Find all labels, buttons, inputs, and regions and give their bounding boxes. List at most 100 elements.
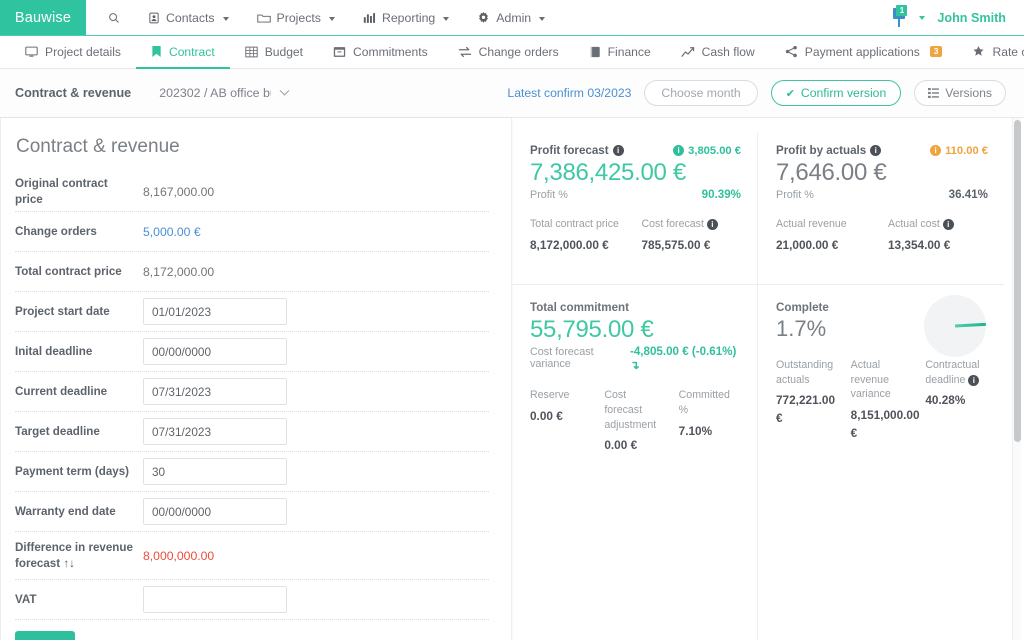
form-row-current-deadline: Current deadline [15,372,489,412]
metric: Committed % 7.10% [679,388,741,454]
confirm-version-label: Confirm version [800,86,887,100]
metric-value: 7.10% [678,423,713,438]
action-bar-right: Latest confirm 03/2023 Choose month ✔ Co… [507,80,1006,106]
metric-label-text: Actual cost [888,218,940,231]
metric-label-text: Cost forecast [641,218,704,231]
field-label: Total contract price [15,264,122,278]
nav-projects[interactable]: Projects [243,0,349,36]
field-label: Inital deadline [15,344,93,358]
form-row-change-orders: Change orders 5,000.00 € [15,212,489,252]
tab-contract[interactable]: Contract [135,36,230,69]
versions-label: Versions [945,86,992,100]
field-value: 8,167,000.00 [143,184,215,199]
nav-contacts[interactable]: Contacts [134,0,243,36]
info-icon[interactable]: i [942,219,954,231]
card-total-commitment: Total commitment 55,795.00 € Cost foreca… [512,284,758,640]
monitor-icon [25,46,38,58]
form-row-project-start-date: Project start date [15,292,489,332]
field-label: Payment term (days) [15,464,130,478]
metric-value: 0.00 € [530,408,563,423]
current-deadline-input[interactable] [143,378,287,405]
form-row-original-contract-price: Original contract price 8,167,000.00 [15,172,489,212]
user-menu[interactable]: John Smith [937,11,1006,25]
info-icon[interactable]: i [870,145,882,156]
brand-logo[interactable]: Bauwise [0,0,86,35]
metric-label: Actual revenue [776,218,847,231]
form-row-total-contract-price: Total contract price 8,172,000.00 [15,252,489,292]
metric: Actual revenue 21,000.00 € [776,217,876,254]
info-icon[interactable]: i [968,374,980,386]
inital-deadline-input[interactable] [143,338,287,365]
notifications-pin[interactable]: 1 [889,4,909,29]
tab-payment-applications[interactable]: Payment applications 3 [770,36,958,69]
section-title: Contract & revenue [15,86,132,100]
project-selector[interactable]: 202302 / AB office buildi [159,85,290,100]
vat-input[interactable] [143,586,287,613]
info-icon[interactable]: i [673,145,685,156]
chart-bar-icon [363,12,376,24]
main-content: Contract & revenue Original contract pri… [0,118,1024,640]
info-icon[interactable]: i [612,145,624,156]
tab-label: Cash flow [701,44,755,59]
confirm-version-button[interactable]: ✔ Confirm version [770,80,902,106]
metric: Contractual deadline i 40.28% [925,358,988,442]
tab-label: Commitments [353,44,428,59]
nav-admin[interactable]: Admin [463,0,559,36]
metric-value: 0.00 € [604,438,638,453]
latest-confirm-link[interactable]: Latest confirm 03/2023 [507,86,631,100]
card-subline: Profit % 90.39% [530,188,741,201]
payment-term-input[interactable] [143,458,287,485]
field-label: Original contract price [15,176,108,206]
versions-button[interactable]: Versions [914,80,1006,106]
form-row-difference-in-revenue-forecast: Difference in revenue forecast ↑↓ 8,000,… [15,532,489,580]
tab-label: Contract [168,44,215,59]
info-icon[interactable]: i [706,219,718,231]
page-title: Contract & revenue [16,136,180,157]
field-label: Target deadline [15,424,100,438]
target-deadline-input[interactable] [143,418,287,445]
metric: Cost forecast i 785,575.00 € [642,217,742,254]
field-value: 8,172,000.00 [143,264,215,279]
metric: Outstanding actuals 772,221.00 € [776,358,839,442]
metric: Reserve 0.00 € [530,388,592,454]
check-icon: ✔ [785,87,795,100]
warranty-end-date-input[interactable] [143,498,287,525]
tab-label: Payment applications [804,44,920,59]
tab-project-details[interactable]: Project details [10,36,136,69]
nav-search[interactable] [94,0,134,36]
tab-rate-contractors[interactable]: Rate contractors [957,36,1024,69]
notification-badge: 1 [896,4,908,16]
card-primary-value: 7,646.00 € [776,159,887,186]
change-orders-link[interactable]: 5,000.00 € [143,225,201,239]
save-button[interactable]: Save [15,631,76,640]
tab-finance[interactable]: Finance [574,36,666,69]
choose-month-button[interactable]: Choose month [644,80,758,106]
nav-reporting[interactable]: Reporting [349,0,463,36]
tab-label: Budget [264,44,304,59]
info-icon[interactable]: i [930,145,942,156]
card-title: Profit forecast i [530,144,624,157]
card-profit-forecast: Profit forecast i i 3,805.00 € 7,386,425… [512,132,758,284]
field-label: Difference in revenue forecast ↑↓ [15,540,133,570]
folder-icon [256,12,271,24]
scrollbar-thumb[interactable] [1014,120,1021,442]
card-badge-value: 110.00 € [945,144,988,157]
primary-nav: Contacts Projects Reporting Admin [86,0,559,35]
tab-budget[interactable]: Budget [230,36,318,69]
bookmark-icon [151,45,162,58]
tab-change-orders[interactable]: Change orders [443,36,574,69]
project-start-date-input[interactable] [143,298,287,325]
tab-label: Finance [607,44,651,59]
exchange-icon [458,46,472,58]
chevron-down-icon [328,16,335,21]
chevron-down-icon [539,16,546,21]
card-primary-value: 7,386,425.00 € [530,159,686,186]
tab-cash-flow[interactable]: Cash flow [666,36,770,69]
page-scrollbar[interactable] [1012,118,1021,640]
card-title-text: Profit by actuals [776,144,867,157]
field-label: Warranty end date [15,504,116,518]
tab-commitments[interactable]: Commitments [318,36,443,69]
metric-label: Actual cost i [888,217,988,232]
contacts-icon [148,12,160,24]
archive-icon [333,46,346,58]
